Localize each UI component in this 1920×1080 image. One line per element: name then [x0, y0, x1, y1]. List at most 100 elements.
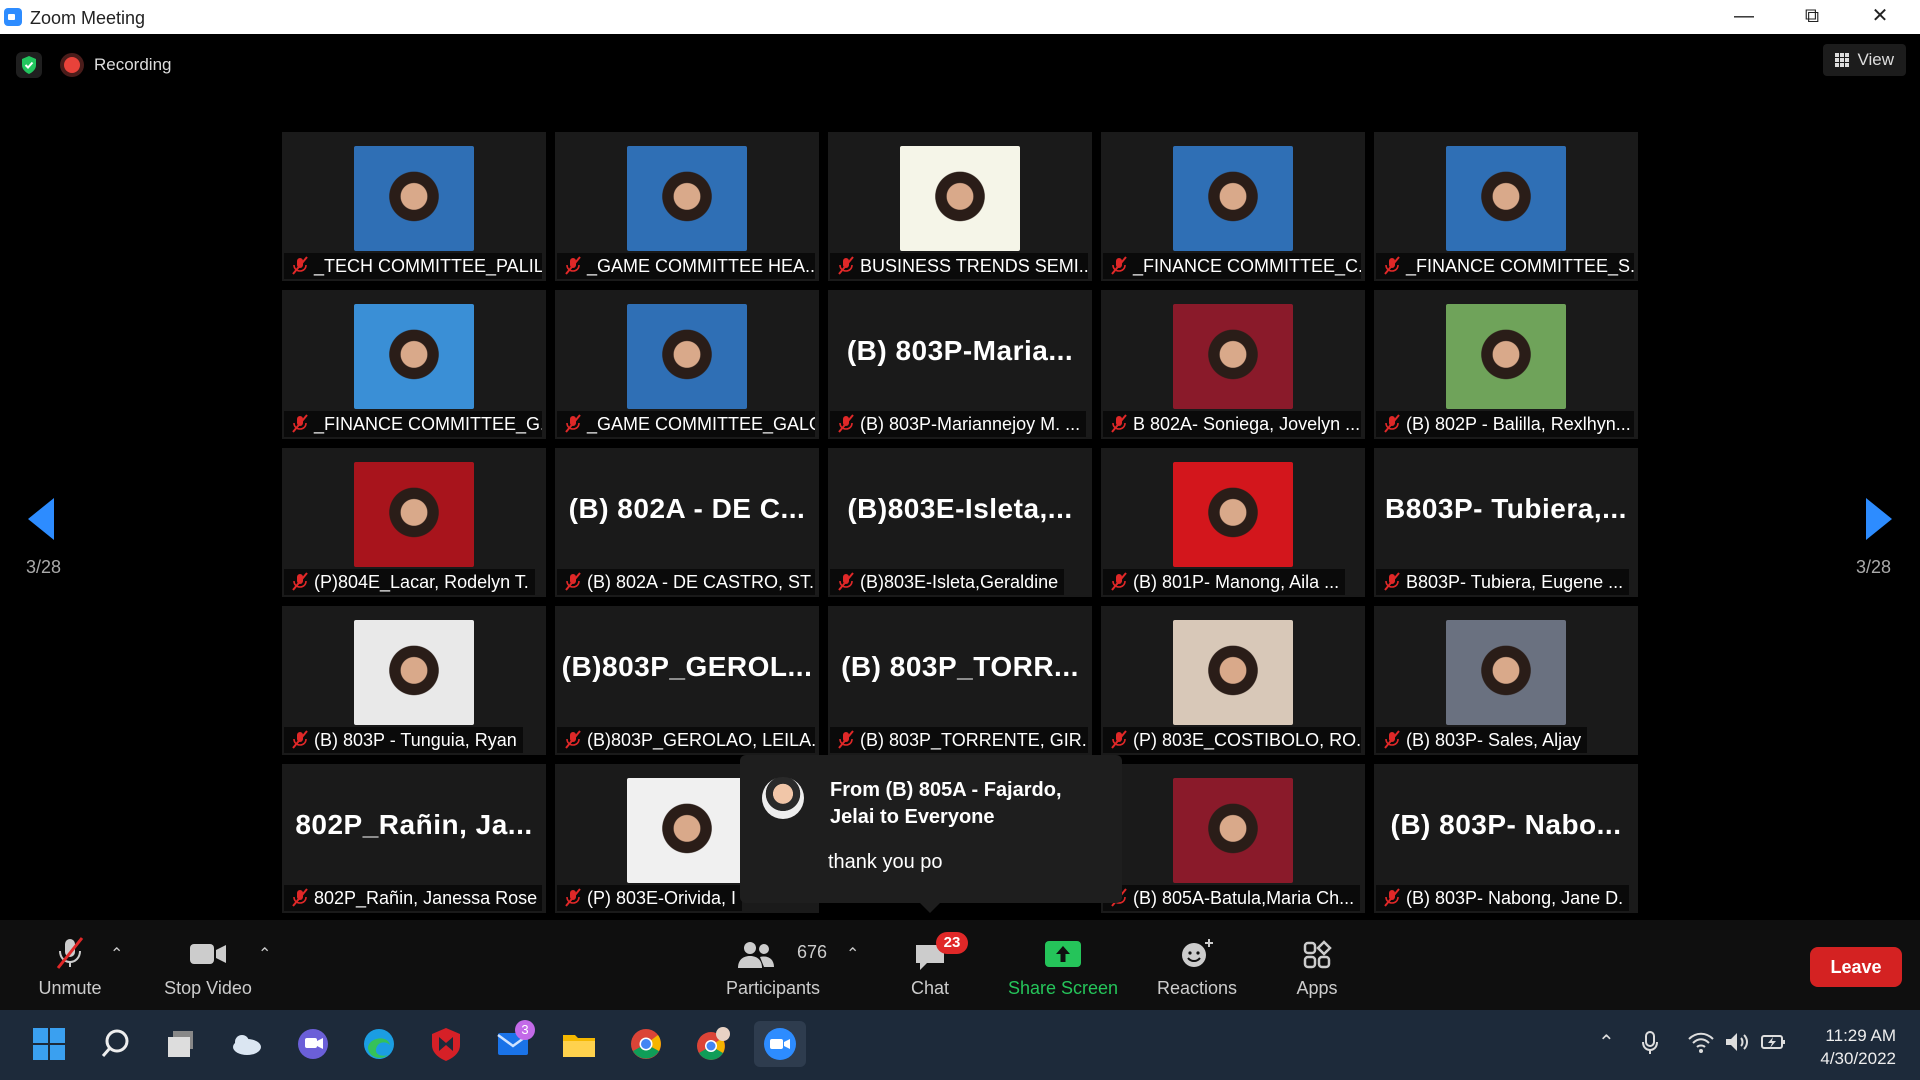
- grid-view-icon: [1835, 53, 1850, 67]
- stop-video-button[interactable]: Stop Video: [158, 920, 258, 1010]
- restore-button[interactable]: ⧉: [1778, 0, 1846, 34]
- participant-tile[interactable]: (P)804E_Lacar, Rodelyn T.: [282, 448, 546, 597]
- participant-name: (B)803E-Isleta,Geraldine: [860, 572, 1059, 592]
- participant-name-tag: _FINANCE COMMITTEE_G...: [284, 411, 542, 437]
- participant-name: _FINANCE COMMITTEE_C...: [1133, 256, 1361, 276]
- participant-tile[interactable]: (B) 802A - DE C... (B) 802A - DE CASTRO, …: [555, 448, 819, 597]
- participants-options-caret-icon[interactable]: ⌃: [846, 944, 859, 964]
- participant-tile[interactable]: (B) 803P- Sales, Aljay: [1374, 606, 1638, 755]
- participant-name: BUSINESS TRENDS SEMI...: [860, 256, 1088, 276]
- participant-tile[interactable]: (B) 803P- Nabo... (B) 803P- Nabong, Jane …: [1374, 764, 1638, 913]
- participant-display-name: (B) 803P- Nabo...: [1390, 809, 1622, 840]
- previous-page-arrow-icon[interactable]: [28, 498, 54, 540]
- leave-button[interactable]: Leave: [1810, 947, 1902, 987]
- participant-tile[interactable]: (B)803E-Isleta,... (B)803E-Isleta,Geraldi…: [828, 448, 1092, 597]
- share-screen-button[interactable]: Share Screen: [1000, 920, 1126, 1010]
- participant-name: _GAME COMMITTEE HEA...: [587, 256, 815, 276]
- battery-charging-icon[interactable]: [1760, 1030, 1788, 1060]
- participant-name: (B) 801P- Manong, Aila ...: [1133, 572, 1340, 592]
- participant-tile[interactable]: (B) 801P- Manong, Aila ...: [1101, 448, 1365, 597]
- participant-tile[interactable]: (B) 803P - Tunguia, Ryan: [282, 606, 546, 755]
- audio-options-caret-icon[interactable]: ⌃: [110, 944, 123, 964]
- weather-widget-icon[interactable]: [225, 1023, 267, 1065]
- muted-mic-icon: [838, 256, 854, 275]
- muted-mic-icon: [1384, 256, 1400, 275]
- close-button[interactable]: ✕: [1846, 0, 1914, 34]
- view-button[interactable]: View: [1823, 44, 1906, 76]
- file-explorer-icon[interactable]: [558, 1023, 600, 1065]
- chrome-profile-icon[interactable]: [692, 1023, 734, 1065]
- clock-time: 11:29 AM: [1825, 1026, 1896, 1045]
- participant-name: (P) 803E-Orivida, I: [587, 888, 737, 908]
- participant-name-tag: _GAME COMMITTEE HEA...: [557, 253, 815, 279]
- show-hidden-icons-chevron-icon[interactable]: ⌃: [1598, 1030, 1615, 1055]
- participant-name: B 802A- Soniega, Jovelyn ...: [1133, 414, 1361, 434]
- participant-tile[interactable]: _TECH COMMITTEE_PALIL...: [282, 132, 546, 281]
- participant-tile[interactable]: (B) 802P - Balilla, Rexlhyn...: [1374, 290, 1638, 439]
- teams-chat-icon[interactable]: [292, 1023, 334, 1065]
- participant-name-tag: (B)803P_GEROLAO, LEILA...: [557, 727, 815, 753]
- participant-name-tag: (B) 803P - Tunguia, Ryan: [284, 727, 523, 753]
- participant-name-tag: (B) 802P - Balilla, Rexlhyn...: [1376, 411, 1634, 437]
- page-indicator-right: 3/28: [1856, 557, 1892, 577]
- muted-mic-icon: [292, 888, 308, 907]
- participant-name-tag: BUSINESS TRENDS SEMI...: [830, 253, 1088, 279]
- participant-name-tag: (B) 805A-Batula,Maria Ch...: [1103, 885, 1361, 911]
- muted-mic-icon: [565, 414, 581, 433]
- video-camera-icon: [190, 944, 226, 964]
- participant-tile[interactable]: 802P_Rañin, Ja... 802P_Rañin, Janessa Ros…: [282, 764, 546, 913]
- participant-name-tag: B803P- Tubiera, Eugene ...: [1376, 569, 1630, 595]
- participant-name-tag: _FINANCE COMMITTEE_S...: [1376, 253, 1634, 279]
- search-icon[interactable]: [95, 1023, 137, 1065]
- participant-tile[interactable]: B 802A- Soniega, Jovelyn ...: [1101, 290, 1365, 439]
- participant-tile[interactable]: _GAME COMMITTEE_GALO: [555, 290, 819, 439]
- participant-tile[interactable]: _FINANCE COMMITTEE_G...: [282, 290, 546, 439]
- system-clock[interactable]: 11:29 AM 4/30/2022: [1820, 1024, 1896, 1070]
- wifi-icon[interactable]: [1687, 1030, 1715, 1060]
- next-page-arrow-icon[interactable]: [1866, 498, 1892, 540]
- muted-mic-icon: [292, 256, 308, 275]
- participant-tile[interactable]: (B) 805A-Batula,Maria Ch...: [1101, 764, 1365, 913]
- participant-name: (B) 805A-Batula,Maria Ch...: [1133, 888, 1355, 908]
- participant-tile[interactable]: (P) 803E_COSTIBOLO, RO...: [1101, 606, 1365, 755]
- participants-button[interactable]: Participants: [718, 920, 828, 1010]
- participants-label: Participants: [725, 978, 821, 998]
- unmute-button[interactable]: Unmute: [24, 920, 116, 1010]
- microphone-in-use-icon[interactable]: [1640, 1030, 1660, 1062]
- minimize-button[interactable]: —: [1710, 0, 1778, 34]
- recording-indicator[interactable]: Recording: [64, 52, 172, 78]
- participant-display-name: (B) 803P_TORR...: [841, 651, 1079, 682]
- participant-tile[interactable]: _FINANCE COMMITTEE_S...: [1374, 132, 1638, 281]
- participant-name: 802P_Rañin, Janessa Rose: [314, 888, 538, 908]
- muted-mic-icon: [1384, 730, 1400, 749]
- participant-tile[interactable]: (B) 803P_TORR... (B) 803P_TORRENTE, GIR..…: [828, 606, 1092, 755]
- participant-name: (B) 803P- Sales, Aljay: [1406, 730, 1582, 750]
- chat-sender: From (B) 805A - Fajardo, Jelai to Everyo…: [830, 779, 1062, 828]
- participant-video: [1173, 620, 1293, 725]
- chrome-icon[interactable]: [625, 1023, 667, 1065]
- recording-dot-icon: [64, 57, 80, 73]
- participant-tile[interactable]: B803P- Tubiera,... B803P- Tubiera, Eugene…: [1374, 448, 1638, 597]
- security-shield-icon[interactable]: [16, 52, 42, 78]
- zoom-taskbar-icon[interactable]: [754, 1021, 806, 1067]
- apps-button[interactable]: Apps: [1282, 920, 1352, 1010]
- volume-icon[interactable]: [1724, 1030, 1752, 1060]
- mcafee-icon[interactable]: [425, 1023, 467, 1065]
- reactions-button[interactable]: Reactions: [1150, 920, 1244, 1010]
- participant-tile[interactable]: (B) 803P-Maria... (B) 803P-Mariannejoy M.…: [828, 290, 1092, 439]
- muted-mic-icon: [565, 256, 581, 275]
- chat-notification-popup[interactable]: From (B) 805A - Fajardo, Jelai to Everyo…: [740, 755, 1122, 913]
- edge-browser-icon[interactable]: [358, 1023, 400, 1065]
- participant-tile[interactable]: _GAME COMMITTEE HEA...: [555, 132, 819, 281]
- participant-tile[interactable]: BUSINESS TRENDS SEMI...: [828, 132, 1092, 281]
- participant-name-tag: _GAME COMMITTEE_GALO: [557, 411, 815, 437]
- participant-tile[interactable]: (B)803P_GEROL... (B)803P_GEROLAO, LEILA..…: [555, 606, 819, 755]
- participant-name-tag: (P) 803E-Orivida, I: [557, 885, 743, 911]
- task-view-icon[interactable]: [160, 1023, 202, 1065]
- participant-tile[interactable]: _FINANCE COMMITTEE_C...: [1101, 132, 1365, 281]
- video-options-caret-icon[interactable]: ⌃: [258, 944, 271, 964]
- participant-video: [1173, 146, 1293, 251]
- participant-name: (B) 802A - DE CASTRO, ST...: [587, 572, 815, 592]
- windows-start-icon[interactable]: [28, 1023, 70, 1065]
- muted-mic-icon: [292, 730, 308, 749]
